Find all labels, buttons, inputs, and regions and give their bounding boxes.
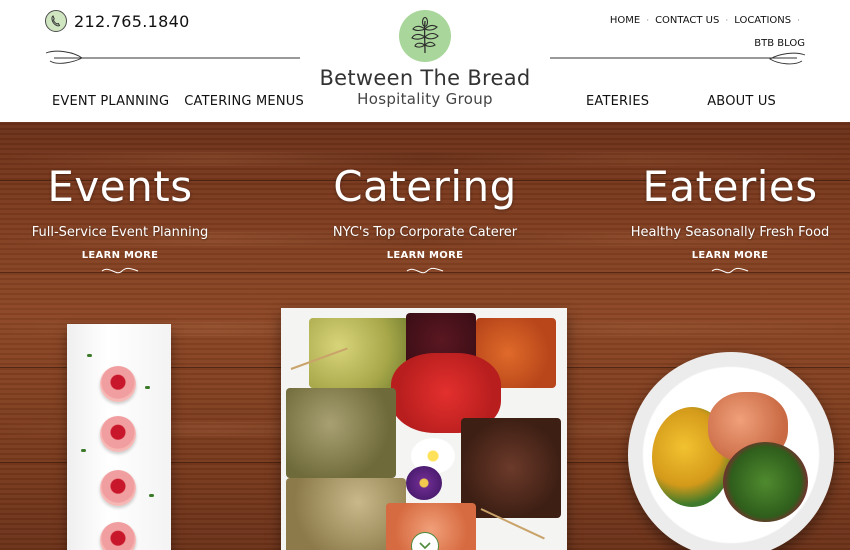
- nav-catering-menus[interactable]: CATERING MENUS: [184, 94, 304, 109]
- leaf-sprig-icon: [399, 10, 451, 62]
- utility-nav: HOME · CONTACT US · LOCATIONS ·: [610, 15, 800, 26]
- swirl-ornament-icon: [101, 267, 139, 274]
- hero-title-catering: Catering: [333, 162, 517, 211]
- decorative-divider-left: [45, 50, 300, 64]
- herb-garnish: [87, 354, 92, 357]
- herb-garnish: [145, 386, 150, 389]
- hero-title-eateries: Eateries: [642, 162, 818, 211]
- learn-more-eateries-button[interactable]: LEARN MORE: [692, 250, 768, 261]
- hero-column-eateries: Eateries Healthy Seasonally Fresh Food L…: [610, 162, 850, 277]
- nav-locations[interactable]: LOCATIONS: [734, 15, 791, 26]
- nav-contact-us[interactable]: CONTACT US: [655, 15, 719, 26]
- skewer-platter-image: [281, 308, 567, 550]
- phone-number[interactable]: 212.765.1840: [74, 12, 190, 31]
- main-nav-left: EVENT PLANNING CATERING MENUS: [52, 94, 304, 109]
- decorative-divider-right: [550, 52, 806, 65]
- separator-dot: ·: [646, 15, 650, 26]
- hero-subtitle-catering: NYC's Top Corporate Caterer: [332, 225, 518, 240]
- brand-logo[interactable]: Between The Bread Hospitality Group: [318, 10, 532, 108]
- phone-icon: [45, 10, 67, 32]
- herb-garnish: [149, 494, 154, 497]
- nav-btb-blog[interactable]: BTB BLOG: [754, 38, 805, 49]
- hero-column-catering: Catering NYC's Top Corporate Caterer LEA…: [305, 162, 545, 277]
- hero-subtitle-events: Full-Service Event Planning: [31, 225, 209, 240]
- salmon-salad-plate-image: [628, 352, 834, 550]
- main-nav-right: EATERIES ABOUT US: [586, 94, 776, 109]
- site-header: 212.765.1840 Between The Bread Hospitali…: [0, 0, 850, 122]
- hero-column-events: Events Full-Service Event Planning LEARN…: [0, 162, 240, 277]
- brand-subtitle: Hospitality Group: [357, 90, 493, 108]
- hero-title-events: Events: [47, 162, 193, 211]
- chevron-down-icon: [419, 542, 431, 550]
- appetizer-bite: [100, 366, 136, 402]
- hero-banner: Events Full-Service Event Planning LEARN…: [0, 122, 850, 550]
- kale-salad: [723, 442, 808, 522]
- nav-about-us[interactable]: ABOUT US: [707, 94, 776, 109]
- appetizer-bite: [100, 470, 136, 506]
- appetizer-bite: [100, 416, 136, 452]
- hero-subtitle-eateries: Healthy Seasonally Fresh Food: [630, 225, 830, 240]
- pansy-flower: [406, 466, 442, 500]
- beef-skewers: [461, 418, 561, 518]
- appetizer-bite: [100, 522, 136, 550]
- phone-contact[interactable]: 212.765.1840: [45, 10, 190, 32]
- nav-home[interactable]: HOME: [610, 15, 640, 26]
- learn-more-events-button[interactable]: LEARN MORE: [82, 250, 158, 261]
- separator-dot: ·: [797, 15, 800, 26]
- swirl-ornament-icon: [406, 267, 444, 274]
- separator-dot: ·: [725, 15, 729, 26]
- brand-name: Between The Bread: [319, 66, 531, 90]
- learn-more-catering-button[interactable]: LEARN MORE: [387, 250, 463, 261]
- nav-eateries[interactable]: EATERIES: [586, 94, 649, 109]
- chicken-skewers: [286, 388, 396, 478]
- nav-event-planning[interactable]: EVENT PLANNING: [52, 94, 169, 109]
- appetizer-plate-image: [67, 324, 171, 550]
- swirl-ornament-icon: [711, 267, 749, 274]
- herb-garnish: [81, 449, 86, 452]
